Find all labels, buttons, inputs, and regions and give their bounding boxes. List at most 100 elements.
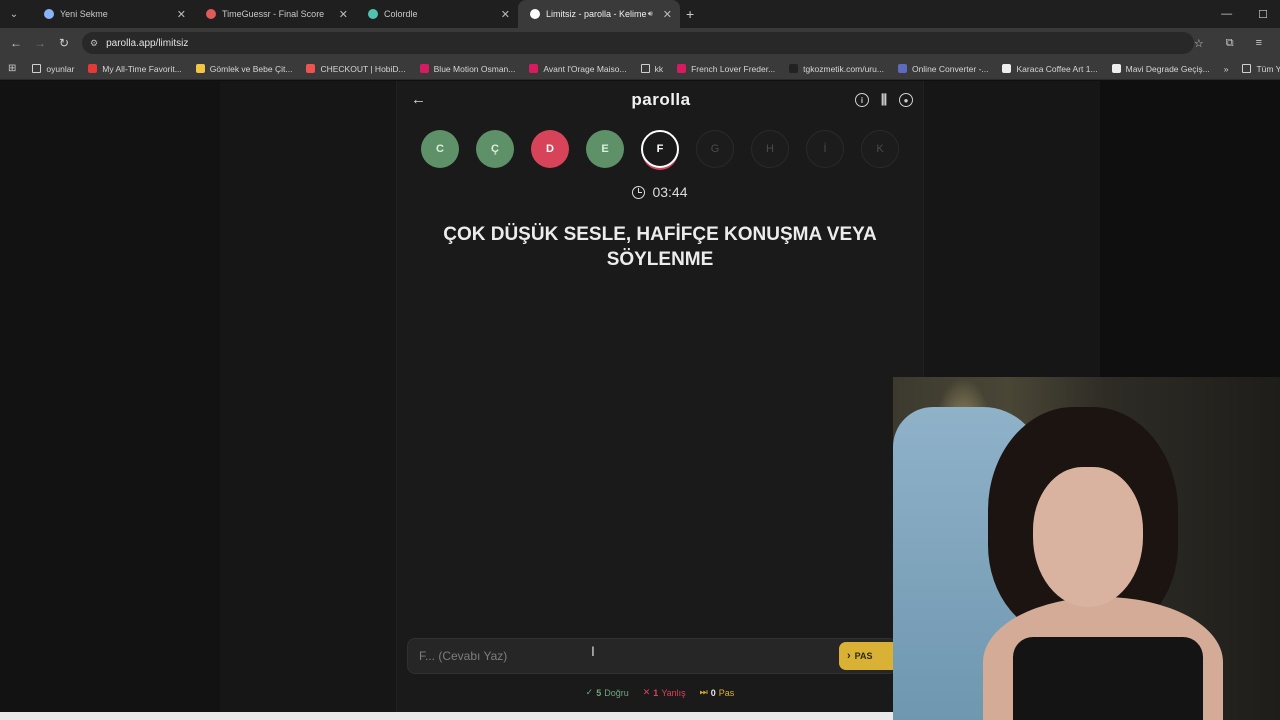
bookmark-item[interactable]: Mavi Degrade Geçiş... <box>1111 63 1210 74</box>
brand-logo: parolla <box>631 90 691 109</box>
letter-circle-row: CÇDEFGHİK <box>421 130 901 170</box>
tab-search-chevron-icon[interactable]: ⌄ <box>4 4 24 24</box>
bookmark-item[interactable]: Gömlek ve Bebe Çit... <box>195 63 293 74</box>
stat-pass-label: Pas <box>718 687 735 698</box>
bookmark-label: Avant l'Orage Maiso... <box>543 63 627 74</box>
folder-icon <box>640 64 650 73</box>
left-gutter <box>0 81 220 720</box>
reload-icon[interactable]: ↻ <box>52 36 76 50</box>
bookmark-item[interactable]: CHECKOUT | HobiD... <box>306 63 406 74</box>
bookmark-label: CHECKOUT | HobiD... <box>320 63 406 74</box>
bookmark-favicon-icon <box>789 64 799 73</box>
address-bar[interactable]: ⚙ parolla.app/limitsiz <box>82 32 1194 54</box>
bookmark-item[interactable]: tgkozmetik.com/uru... <box>789 64 884 74</box>
tab-1[interactable]: TimeGuessr - Final Score ✕ <box>194 0 356 28</box>
bookmark-label: oyunlar <box>46 63 75 74</box>
x-icon: ✕ <box>642 687 651 697</box>
bookmark-star-icon[interactable]: ☆ <box>1194 37 1204 50</box>
stat-correct-count: 5 <box>596 687 602 698</box>
speaker-icon[interactable]: 🔊︎ <box>648 9 653 19</box>
new-tab-plus-icon[interactable]: + <box>686 6 694 22</box>
reading-list-icon[interactable]: ≡ <box>1256 37 1262 50</box>
tab-3-active[interactable]: Limitsiz - parolla - Kelime o 🔊︎ ✕ <box>518 0 680 28</box>
tab-favicon-icon <box>44 9 54 19</box>
bookmark-item[interactable]: Avant l'Orage Maiso... <box>529 63 627 74</box>
bookmark-favicon-icon <box>195 64 205 73</box>
stat-wrong-label: Yanlış <box>661 687 686 698</box>
webcam-overlay <box>893 377 1280 720</box>
folder-icon <box>1242 64 1252 73</box>
bookmark-item[interactable]: French Lover Freder... <box>677 64 775 74</box>
pass-button[interactable]: › PAS <box>839 642 899 670</box>
stat-pass: ⏭︎ 0 Pas <box>700 687 735 698</box>
back-arrow-icon[interactable]: ← <box>4 36 28 50</box>
tab-favicon-icon <box>368 9 378 19</box>
letter-circle-pending: İ <box>806 130 844 168</box>
bookmark-favicon-icon <box>88 64 98 73</box>
bookmark-label: kk <box>654 63 664 74</box>
stat-correct-label: Doğru <box>604 687 629 698</box>
taskbar-edge <box>0 712 893 720</box>
all-bookmarks-folder[interactable]: Tüm Yer <box>1242 64 1280 74</box>
close-icon[interactable]: ✕ <box>177 8 186 21</box>
stat-pass-count: 0 <box>710 687 716 698</box>
letter-circle-correct: C <box>421 130 459 168</box>
bookmark-item[interactable]: Karaca Coffee Art 1... <box>1002 64 1098 74</box>
site-info-icon[interactable]: ⚙ <box>90 38 98 49</box>
tab-0[interactable]: Yeni Sekme ✕ <box>32 0 194 28</box>
tab-title: Colordle <box>384 9 418 19</box>
bookmark-item[interactable]: Online Converter -... <box>897 63 989 74</box>
bookmark-item[interactable]: kk <box>640 63 664 74</box>
timer: 03:44 <box>397 184 923 200</box>
bookmark-label: Mavi Degrade Geçiş... <box>1125 63 1210 74</box>
stat-wrong: ✕ 1 Yanlış <box>643 687 686 698</box>
letter-circle-current: F <box>641 130 679 168</box>
bookmark-favicon-icon <box>897 64 907 73</box>
info-icon[interactable]: i <box>855 93 869 107</box>
webcam-person-face <box>1033 467 1143 607</box>
game-header: ← parolla i ⫼ ● <box>397 81 925 121</box>
user-profile-icon[interactable]: ● <box>899 93 913 107</box>
close-icon[interactable]: ✕ <box>501 8 510 21</box>
check-icon: ✓ <box>585 687 594 697</box>
letter-circle-correct: E <box>586 130 624 168</box>
forward-arrow-icon[interactable]: → <box>28 36 52 50</box>
skip-icon: ⏭︎ <box>699 687 708 697</box>
question-text: ÇOK DÜŞÜK SESLE, HAFİFÇE KONUŞMA VEYA SÖ… <box>443 224 877 270</box>
chevron-right-icon: › <box>847 650 851 662</box>
score-stats: ✓ 5 Doğru ✕ 1 Yanlış ⏭︎ 0 Pas <box>397 687 923 698</box>
bookmark-item[interactable]: My All-Time Favorit... <box>88 64 182 74</box>
bookmark-item[interactable]: oyunlar <box>32 64 74 74</box>
bookmark-item[interactable]: Blue Motion Osman... <box>419 63 516 74</box>
tab-2[interactable]: Colordle ✕ <box>356 0 518 28</box>
answer-row: › PAS <box>407 638 899 674</box>
tab-title: Limitsiz - parolla - Kelime o <box>546 9 648 19</box>
text-cursor-icon: I <box>591 643 595 659</box>
stats-chart-icon[interactable]: ⫼ <box>877 92 891 107</box>
bookmark-label: Tüm Yer <box>1256 63 1280 74</box>
browser-toolbar: ← → ↻ ⚙ parolla.app/limitsiz ☆ ⧉ ≡ <box>0 28 1280 58</box>
extensions-icon[interactable]: ⧉ <box>1226 37 1234 50</box>
bookmark-label: Blue Motion Osman... <box>433 63 516 74</box>
webcam-person-top <box>1013 637 1203 720</box>
folder-icon <box>32 64 42 73</box>
bookmark-label: Gömlek ve Bebe Çit... <box>209 63 293 74</box>
bookmark-label: Online Converter -... <box>911 63 989 74</box>
minimize-icon[interactable]: — <box>1221 8 1232 20</box>
answer-input[interactable] <box>407 638 897 674</box>
tab-favicon-icon <box>530 9 540 19</box>
stat-wrong-count: 1 <box>653 687 659 698</box>
timer-value: 03:44 <box>652 184 688 200</box>
maximize-icon[interactable]: ☐ <box>1258 8 1268 21</box>
clock-icon <box>632 185 646 199</box>
bookmark-favicon-icon <box>306 64 316 73</box>
bookmark-label: French Lover Freder... <box>691 63 776 74</box>
game-panel: ← parolla i ⫼ ● CÇDEFGHİK 03:44 ÇOK DÜŞÜ… <box>396 81 924 720</box>
tab-favicon-icon <box>206 9 216 19</box>
letter-circle-wrong: D <box>531 130 569 168</box>
close-icon[interactable]: ✕ <box>663 8 672 21</box>
close-icon[interactable]: ✕ <box>339 8 348 21</box>
tab-strip: ⌄ Yeni Sekme ✕ TimeGuessr - Final Score … <box>0 0 1280 28</box>
apps-grid-icon[interactable]: ⊞ <box>8 63 16 74</box>
more-bookmarks-chevron-icon[interactable]: » <box>1224 64 1229 74</box>
